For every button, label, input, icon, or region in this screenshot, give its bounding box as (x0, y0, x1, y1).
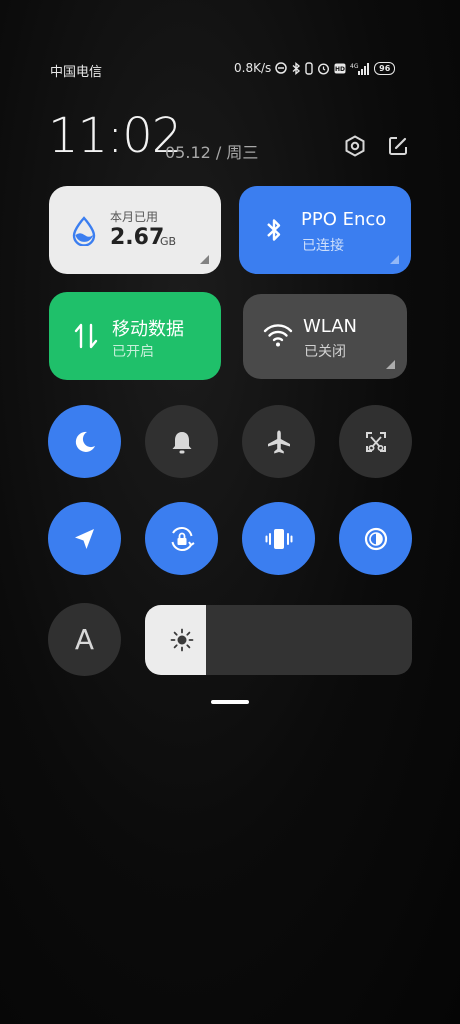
wlan-status: 已关闭 (304, 344, 346, 360)
data-usage-label: 本月已用 (110, 210, 159, 224)
wifi-icon (263, 324, 293, 347)
wlan-title: WLAN (303, 316, 358, 337)
mobile-data-title: 移动数据 (112, 319, 184, 340)
edit-button[interactable] (384, 132, 412, 160)
headset-battery-icon (305, 61, 313, 75)
screenshot-toggle[interactable] (339, 405, 412, 478)
invert-colors-icon (364, 527, 387, 550)
alarm-status-icon (317, 62, 330, 75)
location-icon (74, 528, 94, 549)
settings-hexagon-icon (345, 135, 365, 157)
hd-icon: HD (334, 63, 346, 74)
auto-brightness-button[interactable]: A (48, 603, 121, 676)
edit-icon (389, 137, 407, 155)
bell-icon (172, 431, 191, 453)
network-speed: 0.8K/s (234, 61, 272, 75)
wlan-tile[interactable]: WLAN 已关闭 (243, 294, 407, 379)
vibrate-icon (265, 528, 292, 549)
airplane-mode-toggle[interactable] (242, 405, 315, 478)
invert-colors-toggle[interactable] (339, 502, 412, 575)
bluetooth-icon (267, 219, 281, 241)
ring-mode-toggle[interactable] (145, 405, 218, 478)
data-usage-unit: GB (160, 235, 177, 248)
water-drop-icon (72, 216, 96, 246)
moon-icon (75, 431, 95, 452)
data-usage-value: 2.67 (110, 225, 165, 250)
mobile-data-tile[interactable]: 移动数据 已开启 (49, 292, 221, 380)
vibrate-toggle[interactable] (242, 502, 315, 575)
dnd-status-icon (275, 62, 287, 74)
settings-button[interactable] (341, 132, 369, 160)
bluetooth-status-icon (291, 61, 301, 75)
svg-text:4G: 4G (350, 63, 359, 70)
tile-expand-corner (390, 255, 399, 264)
mobile-data-status: 已开启 (112, 344, 154, 360)
bluetooth-tile[interactable]: PPO Enco 已连接 (239, 186, 411, 274)
clock: 11:02 (48, 108, 182, 164)
svg-text:HD: HD (335, 66, 345, 73)
airplane-icon (267, 430, 290, 453)
rotation-lock-toggle[interactable] (145, 502, 218, 575)
carrier-name: 中国电信 (50, 65, 103, 80)
signal-4g-icon: 4G (350, 62, 370, 75)
tile-expand-corner (200, 255, 209, 264)
auto-brightness-label: A (74, 623, 95, 656)
data-transfer-icon (74, 323, 98, 349)
screenshot-icon (365, 431, 386, 452)
rotation-lock-icon (171, 526, 195, 551)
date: 05.12 / 周三 (165, 143, 259, 162)
dark-mode-toggle[interactable] (48, 405, 121, 478)
panel-drag-handle[interactable] (211, 700, 249, 704)
brightness-slider[interactable] (145, 605, 412, 675)
bluetooth-status: 已连接 (302, 238, 344, 254)
data-usage-tile[interactable]: 本月已用 2.67 GB (49, 186, 221, 274)
sun-icon (170, 628, 194, 652)
status-icons: 0.8K/s HD 4G 96 (234, 61, 396, 75)
battery-indicator: 96 (374, 61, 396, 75)
bluetooth-device-name: PPO Enco (301, 209, 387, 230)
tile-expand-corner (386, 360, 395, 369)
location-toggle[interactable] (48, 502, 121, 575)
